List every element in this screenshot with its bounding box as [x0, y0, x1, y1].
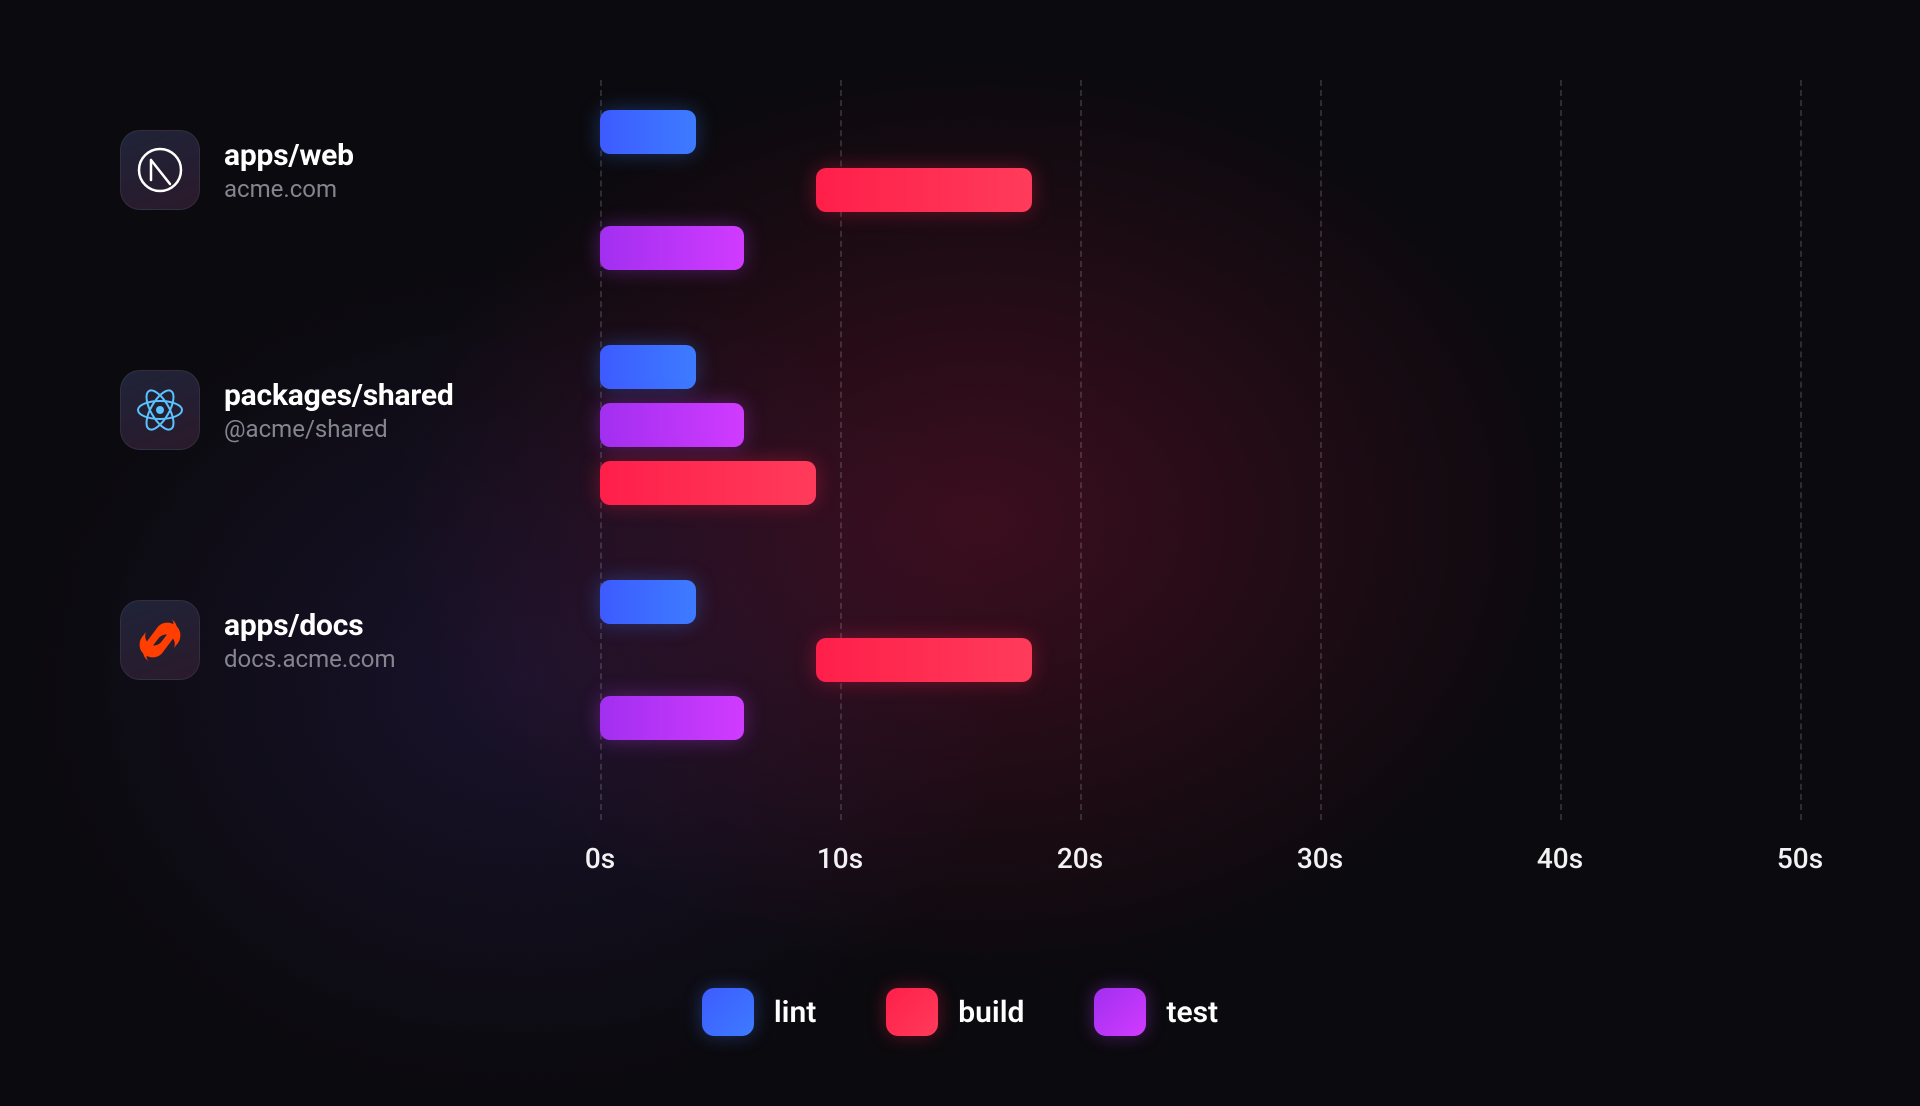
- legend-swatch-lint: [702, 988, 754, 1036]
- svelte-icon: [120, 600, 200, 680]
- legend-item-build: build: [886, 988, 1024, 1036]
- group-label-apps-web: apps/web acme.com: [120, 130, 354, 210]
- bar-lint: [600, 345, 696, 389]
- nextjs-icon: [120, 130, 200, 210]
- group-name: apps/docs: [224, 608, 396, 643]
- gridline: [1560, 80, 1562, 820]
- bar-build: [600, 461, 816, 505]
- group-subtitle: docs.acme.com: [224, 645, 396, 673]
- gridline: [1080, 80, 1082, 820]
- group-name: apps/web: [224, 138, 354, 173]
- legend-label: lint: [774, 995, 816, 1030]
- bar-build: [816, 168, 1032, 212]
- timeline-chart: apps/web acme.com packa: [120, 80, 1800, 820]
- chart-y-labels: apps/web acme.com packa: [120, 80, 600, 820]
- gridline: [1320, 80, 1322, 820]
- group-subtitle: acme.com: [224, 175, 354, 203]
- legend-swatch-build: [886, 988, 938, 1036]
- x-tick-label: 20s: [1057, 842, 1103, 875]
- chart-plot-area: 0s10s20s30s40s50s: [600, 80, 1800, 820]
- legend-item-lint: lint: [702, 988, 816, 1036]
- x-tick-label: 30s: [1297, 842, 1343, 875]
- bar-test: [600, 226, 744, 270]
- legend-swatch-test: [1094, 988, 1146, 1036]
- group-label-apps-docs: apps/docs docs.acme.com: [120, 600, 396, 680]
- x-tick-label: 10s: [817, 842, 863, 875]
- react-icon: [120, 370, 200, 450]
- chart-legend: lint build test: [0, 988, 1920, 1036]
- bar-build: [816, 638, 1032, 682]
- bar-lint: [600, 110, 696, 154]
- x-tick-label: 40s: [1537, 842, 1583, 875]
- x-tick-label: 0s: [585, 842, 615, 875]
- bar-test: [600, 403, 744, 447]
- x-tick-label: 50s: [1777, 842, 1823, 875]
- legend-item-test: test: [1094, 988, 1218, 1036]
- bar-lint: [600, 580, 696, 624]
- legend-label: test: [1166, 995, 1218, 1030]
- bar-test: [600, 696, 744, 740]
- legend-label: build: [958, 995, 1024, 1030]
- gridline: [1800, 80, 1802, 820]
- group-name: packages/shared: [224, 378, 454, 413]
- group-label-packages-shared: packages/shared @acme/shared: [120, 370, 454, 450]
- group-subtitle: @acme/shared: [224, 415, 454, 443]
